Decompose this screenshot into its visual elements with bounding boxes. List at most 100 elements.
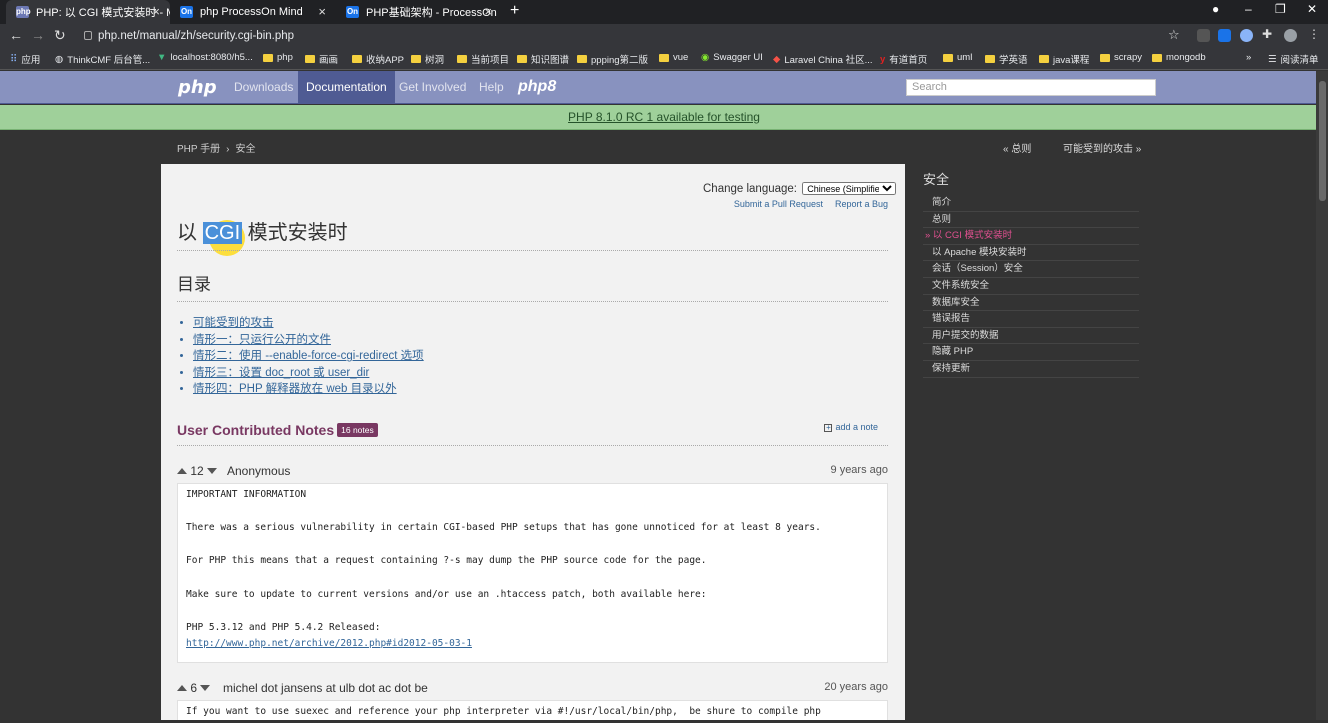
bookmark-item[interactable]: mongodb (1152, 52, 1206, 63)
url-text: php.net/manual/zh/security.cgi-bin.php (98, 30, 295, 42)
profile-icon[interactable]: ● (1212, 2, 1219, 16)
vote-up-icon[interactable] (177, 685, 187, 691)
bookmark-item[interactable]: 收纳APP (352, 52, 404, 66)
folder-icon (943, 53, 953, 62)
sidebar-item[interactable]: 用户提交的数据 (923, 328, 1139, 345)
sidebar-item[interactable]: 保持更新 (923, 361, 1139, 378)
breadcrumb-current[interactable]: 安全 (236, 144, 256, 155)
sidebar-item[interactable]: 错误报告 (923, 311, 1139, 328)
tab-php-manual[interactable]: php PHP: 以 CGI 模式安装时 - Manu × (6, 0, 170, 24)
selected-text: CGI (202, 222, 243, 244)
php8-logo[interactable]: php8 (518, 78, 556, 96)
extension-icon[interactable] (1218, 29, 1231, 42)
submit-pull-request-link[interactable]: Submit a Pull Request (734, 199, 823, 209)
report-bug-link[interactable]: Report a Bug (835, 199, 888, 209)
toc-item[interactable]: 情形三：设置 doc_root 或 user_dir (193, 364, 424, 381)
bookmark-item[interactable]: scrapy (1100, 52, 1142, 63)
toc-item[interactable]: 可能受到的攻击 (193, 314, 424, 331)
sidebar-heading[interactable]: 安全 (923, 164, 1139, 195)
add-note-link[interactable]: + add a note (824, 422, 878, 432)
page-scrollbar[interactable] (1316, 71, 1328, 720)
avatar[interactable] (1284, 29, 1297, 42)
forward-icon[interactable]: → (31, 27, 45, 43)
note-link[interactable]: http://www.php.net/archive/2012.php#id20… (186, 638, 472, 649)
close-tab-icon[interactable]: × (152, 4, 160, 19)
maximize-icon[interactable]: ❐ (1275, 2, 1286, 16)
close-tab-icon[interactable]: × (484, 4, 492, 19)
sidebar-item[interactable]: 简介 (923, 195, 1139, 212)
vote-down-icon[interactable] (207, 468, 218, 474)
tab-processon-arch[interactable]: On PHP基础架构 - ProcessOn × (336, 0, 502, 24)
bookmark-item[interactable]: java课程 (1039, 52, 1089, 66)
folder-icon (985, 55, 995, 63)
extensions-puzzle-icon[interactable]: ✚ (1262, 27, 1272, 41)
address-bar[interactable]: php.net/manual/zh/security.cgi-bin.php (80, 25, 1160, 47)
breadcrumb-home[interactable]: PHP 手册 (177, 144, 220, 155)
extension-icon[interactable] (1240, 29, 1253, 42)
close-tab-icon[interactable]: × (318, 4, 326, 19)
php-logo[interactable]: php (178, 77, 217, 98)
folder-icon (352, 55, 362, 63)
tab-processon-mind[interactable]: On php ProcessOn Mind × (170, 0, 336, 24)
bookmark-item[interactable]: ◍ ThinkCMF 后台管... (55, 52, 150, 67)
sidebar-item[interactable]: 会话（Session）安全 (923, 261, 1139, 278)
new-tab-icon[interactable]: + (510, 2, 519, 20)
bookmark-item[interactable]: ppping第二版 (577, 52, 648, 66)
bookmark-item[interactable]: 当前项目 (457, 52, 509, 66)
bookmark-item[interactable]: 树洞 (411, 52, 444, 66)
scrollbar-thumb[interactable] (1319, 81, 1326, 201)
breadcrumb: PHP 手册 › 安全 (177, 140, 256, 155)
prev-page-link[interactable]: « 总则 (1003, 140, 1031, 155)
nav-get-involved[interactable]: Get Involved (391, 71, 474, 104)
note-date[interactable]: 9 years ago (831, 464, 888, 476)
folder-icon (659, 53, 669, 62)
vote-down-icon[interactable] (200, 685, 211, 691)
extension-icon[interactable] (1197, 29, 1210, 42)
bookmark-star-icon[interactable]: ☆ (1168, 27, 1180, 43)
nav-downloads[interactable]: Downloads (226, 71, 301, 104)
globe-icon: ◍ (55, 53, 64, 65)
sidebar-item-current[interactable]: » 以 CGI 模式安装时 (923, 228, 1139, 245)
toc-item[interactable]: 情形二：使用 --enable-force-cgi-redirect 选项 (193, 347, 424, 364)
more-bookmarks-icon[interactable]: » (1246, 52, 1251, 63)
nav-help[interactable]: Help (471, 71, 512, 104)
minimize-icon[interactable]: – (1245, 2, 1252, 16)
sidebar-item[interactable]: 隐藏 PHP (923, 344, 1139, 361)
bookmark-item[interactable]: uml (943, 52, 972, 63)
sidebar-item[interactable]: 数据库安全 (923, 295, 1139, 312)
note-text: If you want to use suexec and reference … (177, 700, 888, 720)
page-title: 以 CGI 模式安装时 (177, 216, 888, 251)
toc-item[interactable]: 情形四：PHP 解释器放在 web 目录以外 (193, 380, 424, 397)
bookmarks-bar: ⠿ 应用 ◍ ThinkCMF 后台管... ▼ localhost:8080/h5.… (0, 48, 1328, 70)
toc-item[interactable]: 情形一：只运行公开的文件 (193, 331, 424, 348)
bookmark-item[interactable]: ◆ Laravel China 社区... (773, 52, 873, 67)
folder-icon (457, 55, 467, 63)
processon-favicon-icon: On (346, 6, 359, 18)
bookmark-item[interactable]: vue (659, 52, 688, 63)
bookmark-item[interactable]: ◉ Swagger UI (701, 52, 763, 63)
menu-icon[interactable]: ⋮ (1308, 27, 1320, 41)
bookmark-item[interactable]: 学英语 (985, 52, 1028, 66)
search-input[interactable]: Search (906, 79, 1156, 96)
bookmark-apps[interactable]: ⠿ 应用 (10, 52, 40, 67)
bookmark-item[interactable]: y 有道首页 (880, 52, 927, 67)
back-icon[interactable]: ← (9, 27, 23, 43)
nav-documentation[interactable]: Documentation (298, 71, 395, 104)
reading-list[interactable]: ☰ 阅读清单 (1268, 52, 1319, 67)
sidebar-item[interactable]: 文件系统安全 (923, 278, 1139, 295)
bookmark-item[interactable]: 画画 (305, 52, 338, 66)
next-page-link[interactable]: 可能受到的攻击 » (1063, 140, 1141, 155)
bookmark-item[interactable]: ▼ localhost:8080/h5... (157, 52, 253, 63)
vote-up-icon[interactable] (177, 468, 187, 474)
announcement-link[interactable]: PHP 8.1.0 RC 1 available for testing (568, 110, 760, 124)
note-date[interactable]: 20 years ago (824, 681, 888, 693)
bookmark-item[interactable]: 知识图谱 (517, 52, 569, 66)
close-window-icon[interactable]: ✕ (1307, 2, 1317, 16)
bookmark-item[interactable]: php (263, 52, 293, 63)
reload-icon[interactable]: ↻ (54, 27, 66, 44)
user-notes-title: User Contributed Notes (177, 422, 335, 438)
language-select[interactable]: Chinese (Simplified) (802, 182, 897, 195)
browser-tab-strip: php PHP: 以 CGI 模式安装时 - Manu × On php Pro… (0, 0, 1328, 24)
sidebar-item[interactable]: 总则 (923, 212, 1139, 229)
sidebar-item[interactable]: 以 Apache 模块安装时 (923, 245, 1139, 262)
